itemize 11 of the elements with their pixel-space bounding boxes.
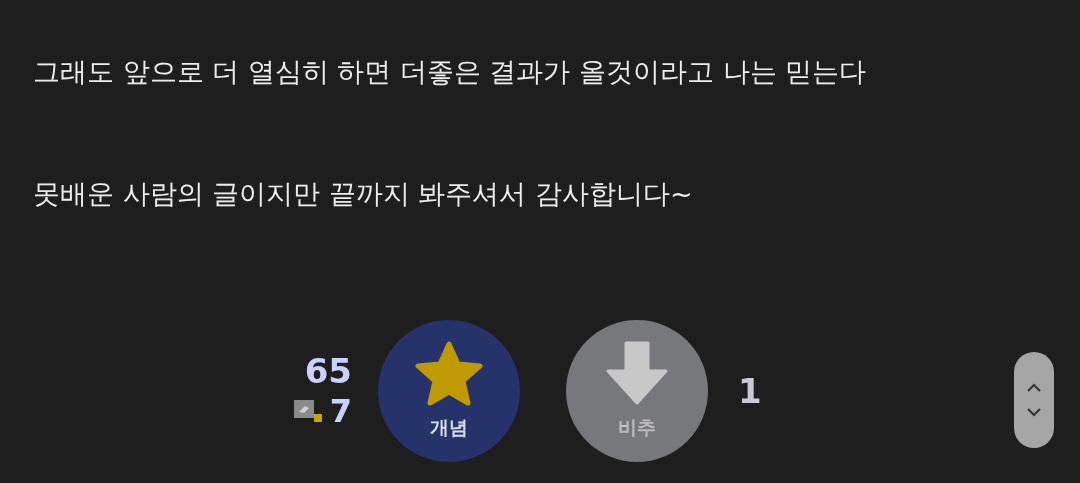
- upvote-count: 65: [304, 351, 352, 391]
- fixed-count: 7: [329, 391, 352, 431]
- paragraph: 못배운 사람의 글이지만 끝까지 봐주셔서 감사합니다~: [33, 177, 694, 211]
- scroll-down-icon[interactable]: [1026, 407, 1042, 417]
- fixed-user-icon: [291, 398, 322, 424]
- paragraph: 그래도 앞으로 더 열심히 하면 더좋은 결과가 올것이라고 나는 믿는다: [33, 55, 868, 89]
- star-icon: [414, 340, 484, 407]
- upvote-button[interactable]: 개념: [378, 320, 520, 462]
- scroll-up-icon[interactable]: [1026, 383, 1042, 393]
- downvote-count: 1: [738, 369, 762, 413]
- down-arrow-icon: [606, 340, 668, 405]
